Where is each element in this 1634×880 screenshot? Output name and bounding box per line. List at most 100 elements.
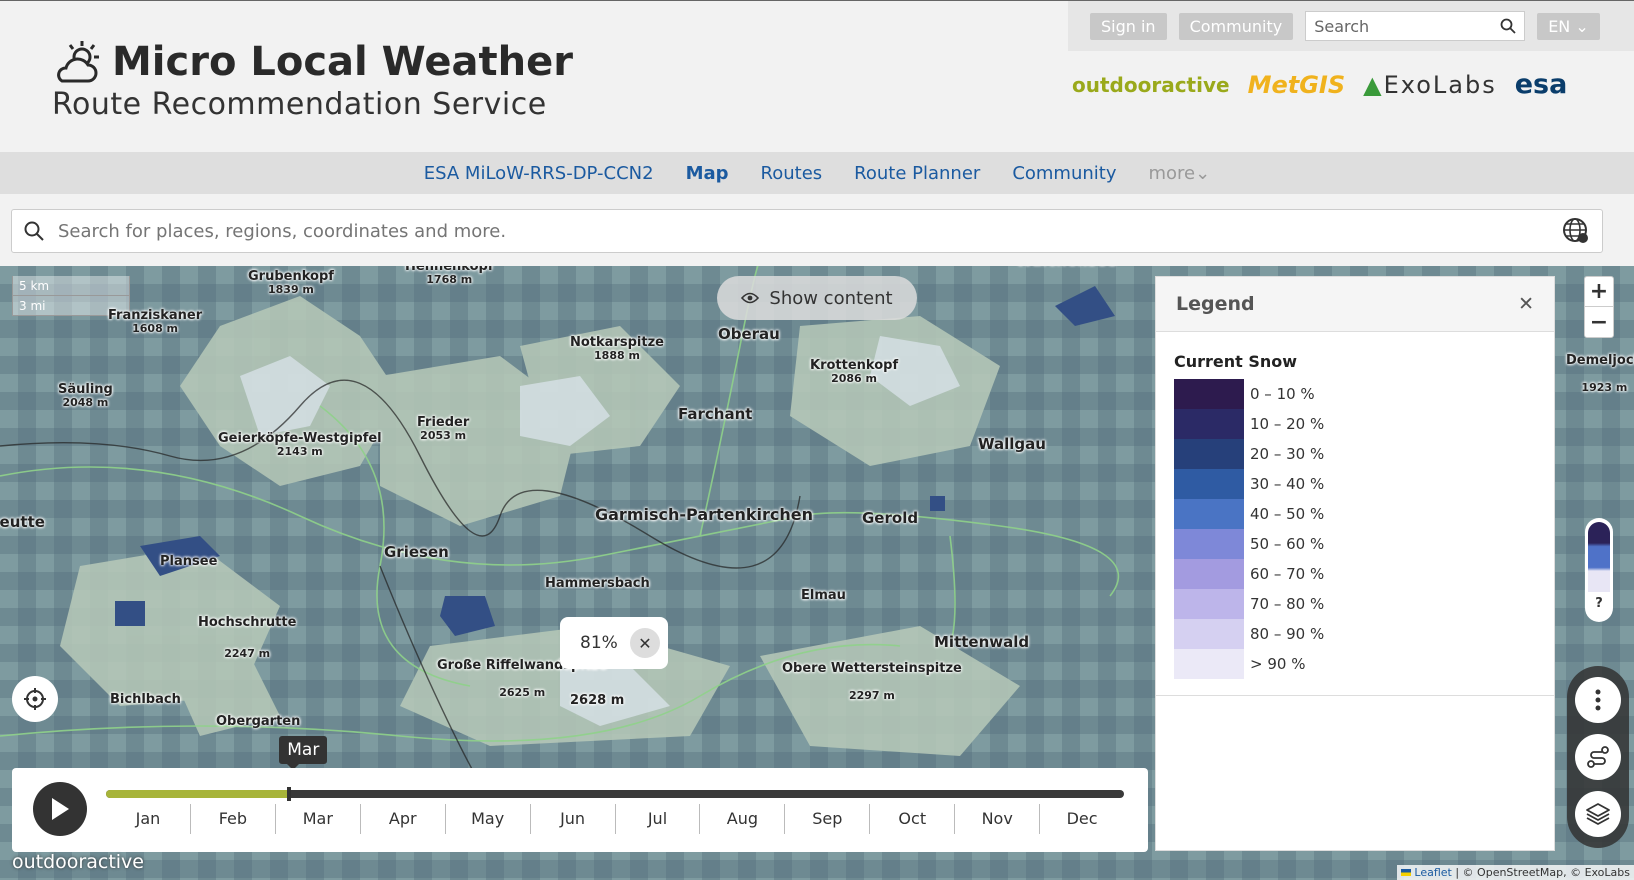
popup-close-button[interactable]: ✕ [630, 628, 660, 658]
play-button[interactable] [33, 782, 87, 836]
globe-location-icon[interactable] [1562, 217, 1590, 245]
partner-esa[interactable]: esa [1515, 69, 1568, 100]
site-logo[interactable]: Micro Local Weather Route Recommendation… [52, 39, 573, 122]
legend-entry: 50 – 60 % [1174, 529, 1554, 559]
timeline-handle[interactable] [287, 787, 292, 801]
locate-button[interactable] [12, 676, 58, 722]
map-label[interactable]: Oberau [718, 326, 780, 343]
map-label[interactable]: Notkarspitze 1888 m [570, 335, 664, 362]
map-label[interactable]: 2628 m [570, 693, 624, 708]
site-header: Micro Local Weather Route Recommendation… [0, 0, 1634, 145]
timeline-months: Jan Feb Mar Apr May Jun Jul Aug Sep Oct Nov Dec [106, 804, 1124, 834]
nav-item-route-planner[interactable]: Route Planner [854, 163, 980, 184]
legend-close-button[interactable]: ✕ [1518, 293, 1534, 315]
map-label[interactable]: Walchensee [1016, 266, 1117, 269]
more-vertical-icon [1595, 689, 1601, 711]
timeline-control: Jan Feb Mar Apr May Jun Jul Aug Sep Oct Nov Dec [12, 768, 1148, 852]
map-label[interactable]: Frieder 2053 m [417, 415, 469, 442]
sign-in-button[interactable]: Sign in [1090, 12, 1167, 40]
map-label[interactable]: Wallgau [978, 436, 1046, 453]
legend-swatch [1174, 409, 1244, 439]
timeline-month[interactable]: May [444, 804, 530, 834]
map-label[interactable]: Franziskaner 1608 m [108, 308, 202, 335]
map-label[interactable]: Reutte [0, 514, 45, 531]
community-button[interactable]: Community [1178, 12, 1294, 40]
nav-item-project[interactable]: ESA MiLoW-RRS-DP-CCN2 [424, 163, 654, 184]
zoom-control: + − [1584, 276, 1614, 338]
language-select[interactable]: EN ⌄ [1537, 12, 1600, 40]
timeline-month[interactable]: Feb [189, 804, 275, 834]
show-content-label: Show content [769, 287, 893, 309]
zoom-out-button[interactable]: − [1585, 307, 1613, 337]
place-search-input[interactable] [58, 220, 1548, 242]
show-content-button[interactable]: Show content [717, 276, 917, 320]
map-view[interactable]: 5 km 3 mi Hennenkopf 1768 m Grubenkopf 183… [0, 266, 1634, 880]
timeline-month[interactable]: Jan [106, 804, 190, 834]
timeline-month[interactable]: Jul [614, 804, 700, 834]
timeline-slider[interactable] [106, 787, 1124, 801]
legend-label: 0 – 10 % [1250, 385, 1315, 403]
map-label[interactable]: Garmisch-Partenkirchen [595, 506, 813, 524]
timeline-month[interactable]: Apr [359, 804, 445, 834]
map-label[interactable]: Grubenkopf 1839 m [248, 269, 334, 296]
map-tools [1567, 666, 1629, 848]
nav-item-more[interactable]: more⌄ [1149, 163, 1211, 184]
header-search-input[interactable]: Search [1305, 11, 1526, 41]
map-label[interactable]: Plansee [160, 554, 217, 569]
search-icon [1500, 18, 1516, 34]
legend-label: 70 – 80 % [1250, 595, 1325, 613]
map-label[interactable]: Hochschrutte 2247 m [198, 615, 296, 660]
nav-item-community[interactable]: Community [1012, 163, 1116, 184]
mini-legend-button[interactable]: ? [1585, 518, 1613, 622]
timeline-month[interactable]: Nov [954, 804, 1039, 834]
partner-metgis[interactable]: MetGIS [1248, 71, 1346, 99]
nav-more-label: more [1148, 162, 1196, 184]
legend-entry: > 90 % [1174, 649, 1554, 679]
legend-swatch [1174, 649, 1244, 679]
timeline-month[interactable]: Mar [274, 804, 360, 834]
legend-entry: 30 – 40 % [1174, 469, 1554, 499]
route-tool-button[interactable] [1575, 733, 1621, 780]
legend-swatch [1174, 469, 1244, 499]
map-label[interactable]: Obergarten [216, 714, 300, 729]
map-label[interactable]: Bichlbach [110, 692, 181, 707]
zoom-in-button[interactable]: + [1585, 277, 1613, 307]
map-label[interactable]: Geierköpfe-Westgipfel 2143 m [218, 431, 382, 458]
map-label[interactable]: Elmau [801, 588, 846, 603]
legend-swatch [1174, 499, 1244, 529]
site-subtitle: Route Recommendation Service [52, 87, 547, 122]
timeline-month[interactable]: Jun [529, 804, 615, 834]
legend-section-title: Current Snow [1174, 352, 1298, 371]
nav-item-routes[interactable]: Routes [761, 163, 823, 184]
map-label[interactable]: Griesen [384, 544, 449, 561]
map-label[interactable]: Hammersbach [545, 576, 650, 591]
timeline-month[interactable]: Sep [784, 804, 869, 834]
map-label[interactable]: Farchant [678, 406, 752, 423]
map-label[interactable]: Mittenwald [934, 634, 1029, 651]
scale-km: 5 km [12, 276, 130, 296]
place-search-bar [11, 209, 1603, 253]
timeline-month[interactable]: Aug [699, 804, 784, 834]
map-label[interactable]: Demeljoch1923 m [1566, 353, 1634, 394]
legend-entry: 70 – 80 % [1174, 589, 1554, 619]
nav-item-map[interactable]: Map [686, 163, 729, 184]
legend-panel: Legend ✕ Current Snow 0 – 10 % 10 – 20 % 2… [1155, 276, 1555, 851]
search-icon [24, 221, 44, 241]
help-icon: ? [1595, 596, 1603, 611]
more-options-button[interactable] [1575, 677, 1621, 724]
timeline-month[interactable]: Dec [1039, 804, 1124, 834]
map-label[interactable]: Hennenkopf 1768 m [405, 266, 493, 286]
map-label[interactable]: Obere Wettersteinspitze 2297 m [782, 661, 962, 702]
timeline-month[interactable]: Oct [869, 804, 954, 834]
map-label[interactable]: Gerold [862, 510, 918, 527]
value-popup: 81% ✕ [560, 617, 668, 669]
map-label[interactable]: Säuling 2048 m [58, 382, 113, 409]
timeline-progress [106, 790, 290, 798]
partner-exolabs[interactable]: ▲ExoLabs [1363, 71, 1497, 99]
site-title: Micro Local Weather [112, 39, 573, 85]
map-label[interactable]: Krottenkopf 2086 m [810, 358, 898, 385]
language-value: EN [1548, 16, 1571, 36]
partner-outdooractive[interactable]: outdooractive [1072, 73, 1230, 97]
leaflet-link[interactable]: Leaflet [1414, 866, 1451, 879]
layers-button[interactable] [1575, 790, 1621, 837]
